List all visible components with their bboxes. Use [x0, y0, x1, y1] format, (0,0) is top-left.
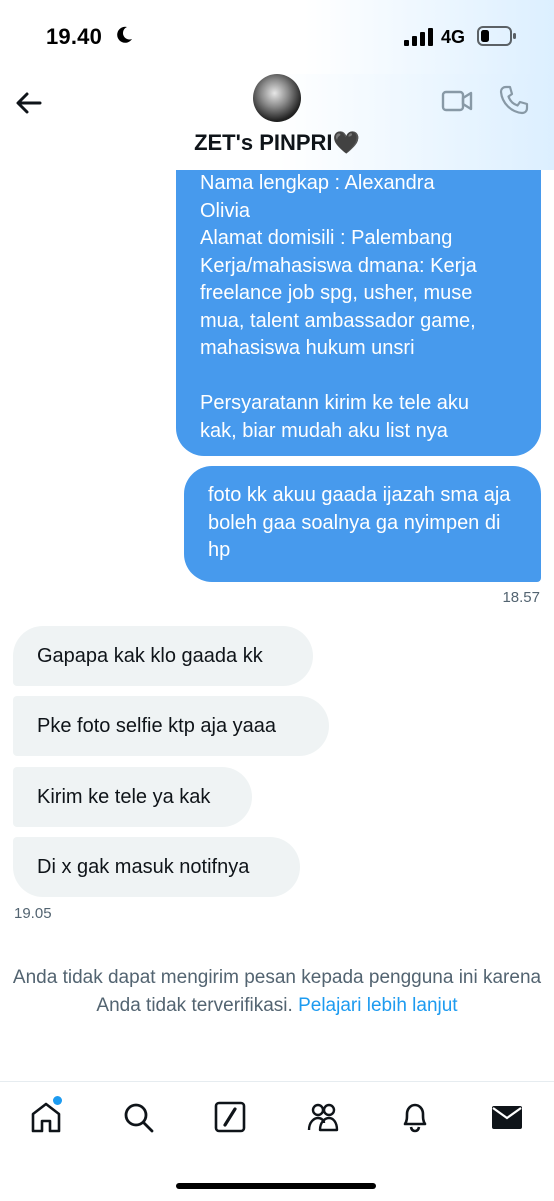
moon-icon [117, 26, 132, 43]
unverified-notice: Anda tidak dapat mengirim pesan kepada p… [0, 964, 554, 1020]
message-timestamp: 19.05 [14, 905, 52, 922]
conversation-title[interactable]: ZET's PINPRI🖤 [0, 130, 554, 156]
back-arrow-icon[interactable] [12, 86, 46, 120]
incoming-message[interactable]: Pke foto selfie ktp aja yaaa [13, 696, 329, 756]
outgoing-message[interactable]: Nama lengkap : Alexandra Olivia Alamat d… [176, 150, 541, 456]
unread-dot [53, 1096, 62, 1105]
bell-icon[interactable] [398, 1100, 432, 1134]
communities-icon[interactable] [306, 1100, 340, 1134]
status-time: 19.40 [46, 24, 103, 49]
network-label: 4G [441, 27, 466, 47]
message-timestamp: 18.57 [502, 589, 540, 606]
avatar[interactable] [253, 74, 301, 122]
home-indicator [176, 1183, 376, 1189]
incoming-message[interactable]: Gapapa kak klo gaada kk [13, 626, 313, 686]
learn-more-link[interactable]: Pelajari lebih lanjut [298, 995, 458, 1016]
conversation-header: ZET's PINPRI🖤 [0, 74, 554, 170]
home-icon[interactable] [29, 1100, 63, 1134]
incoming-message[interactable]: Di x gak masuk notifnya [13, 837, 300, 897]
incoming-message[interactable]: Kirim ke tele ya kak [13, 767, 252, 827]
battery-icon [477, 26, 516, 46]
phone-icon[interactable] [498, 84, 530, 116]
notice-text: Anda tidak dapat mengirim pesan kepada p… [12, 967, 542, 1016]
outgoing-message[interactable]: foto kk akuu gaada ijazah sma aja boleh … [184, 466, 541, 582]
video-camera-icon[interactable] [440, 84, 474, 118]
search-icon[interactable] [121, 1100, 155, 1134]
envelope-icon[interactable] [490, 1100, 524, 1134]
signal-icon [404, 28, 433, 46]
status-bar: 19.40 4G [0, 0, 554, 74]
compose-icon[interactable] [213, 1100, 247, 1134]
